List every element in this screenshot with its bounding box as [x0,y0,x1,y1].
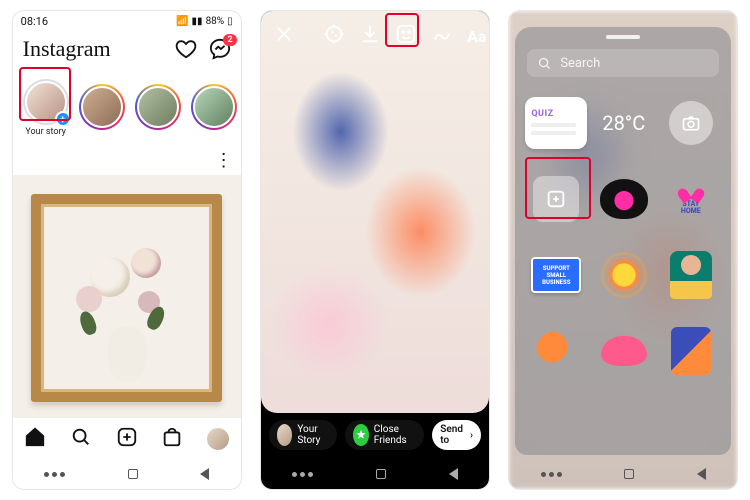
story-item[interactable] [79,84,125,132]
support-small-business-sticker[interactable]: SUPPORT SMALL BUSINESS [525,241,587,309]
android-home-icon[interactable] [376,469,386,479]
signal-icon: ▮▮ [192,16,203,27]
phone-instagram-home: 08:16 📶 ▮▮ 88% ▯ Instagram 2 + Your stor… [12,10,242,490]
add-story-plus-icon[interactable]: + [55,111,71,127]
heart-icon [682,184,700,200]
android-recents-icon[interactable] [541,472,562,477]
activity-icon[interactable] [175,38,197,60]
stories-tray[interactable]: + Your story [13,67,241,145]
post-image[interactable] [13,175,241,417]
post-menu-icon[interactable]: ⋮ [215,150,231,171]
dm-badge: 2 [223,34,236,46]
battery-icon: ▯ [227,16,233,27]
your-story-chip[interactable]: Your Story [269,420,337,450]
clock: 08:16 [21,15,48,28]
android-back-icon[interactable] [449,468,458,480]
editor-toolbar: Aa [261,19,489,53]
android-recents-icon[interactable] [44,472,65,477]
text-tool[interactable]: Aa [467,27,486,46]
share-footer: Your Story Close Friends Send to › [261,413,489,457]
android-home-icon[interactable] [624,469,634,479]
close-icon[interactable] [273,23,295,49]
search-placeholder: Search [560,56,600,71]
sticker-grid: QUIZ 28°C STAYHOME SUPPORT S [515,87,731,455]
nav-shop-icon[interactable] [161,426,183,452]
your-story-label: Your story [25,127,66,137]
temperature-sticker[interactable]: 28°C [593,89,654,157]
android-home-icon[interactable] [128,469,138,479]
effects-icon[interactable] [323,23,345,49]
story-item[interactable] [135,84,181,132]
android-back-icon[interactable] [697,468,706,480]
android-back-icon[interactable] [200,468,209,480]
nav-newpost-icon[interactable] [116,426,138,452]
nav-search-icon[interactable] [70,426,92,452]
camera-icon [681,113,701,133]
story-canvas[interactable] [261,11,489,413]
stay-home-sticker[interactable]: STAYHOME [660,165,721,233]
draw-icon[interactable] [431,23,453,49]
drag-handle[interactable] [606,35,640,39]
search-icon [537,56,552,71]
phone-story-editor: Aa Your Story Close Friends Send to › [260,10,490,490]
story-item[interactable] [191,84,237,132]
phone-sticker-tray: Search QUIZ 28°C [508,10,738,490]
nav-home-icon[interactable] [24,426,46,452]
post-header: ⋮ [13,145,241,175]
star-icon [353,424,368,446]
bottom-nav [13,417,241,459]
close-friends-chip[interactable]: Close Friends [345,420,424,450]
chevron-right-icon: › [470,430,473,441]
lips-sticker[interactable] [593,165,654,233]
abstract-sticker[interactable] [660,317,721,385]
avatar-icon [277,424,292,446]
sticker-search[interactable]: Search [527,49,719,77]
wifi-icon: 📶 [176,16,188,27]
fish-sticker[interactable] [593,317,654,385]
sticker-icon[interactable] [395,23,417,49]
messenger-icon[interactable]: 2 [209,38,231,60]
android-nav-bar [13,459,241,489]
android-nav-bar [509,459,737,489]
camera-sticker[interactable] [660,89,721,157]
gallery-sticker[interactable] [525,165,587,233]
android-nav-bar [261,459,489,489]
nav-profile-avatar[interactable] [207,428,229,450]
save-icon[interactable] [359,23,381,49]
bird-sticker[interactable] [525,317,587,385]
battery-percent: 88% [206,16,225,27]
character-sticker[interactable] [660,241,721,309]
status-right: 📶 ▮▮ 88% ▯ [176,16,233,27]
add-image-icon [545,188,567,210]
your-story[interactable]: + Your story [23,79,69,137]
app-header: Instagram 2 [13,31,241,67]
app-logo: Instagram [23,36,111,62]
sun-sticker[interactable] [593,241,654,309]
sticker-sheet[interactable]: Search QUIZ 28°C [515,27,731,455]
android-recents-icon[interactable] [292,472,313,477]
send-to-button[interactable]: Send to › [432,420,481,450]
vase-graphic [108,326,146,381]
quiz-sticker[interactable]: QUIZ [525,89,587,157]
status-bar: 08:16 📶 ▮▮ 88% ▯ [13,11,241,31]
